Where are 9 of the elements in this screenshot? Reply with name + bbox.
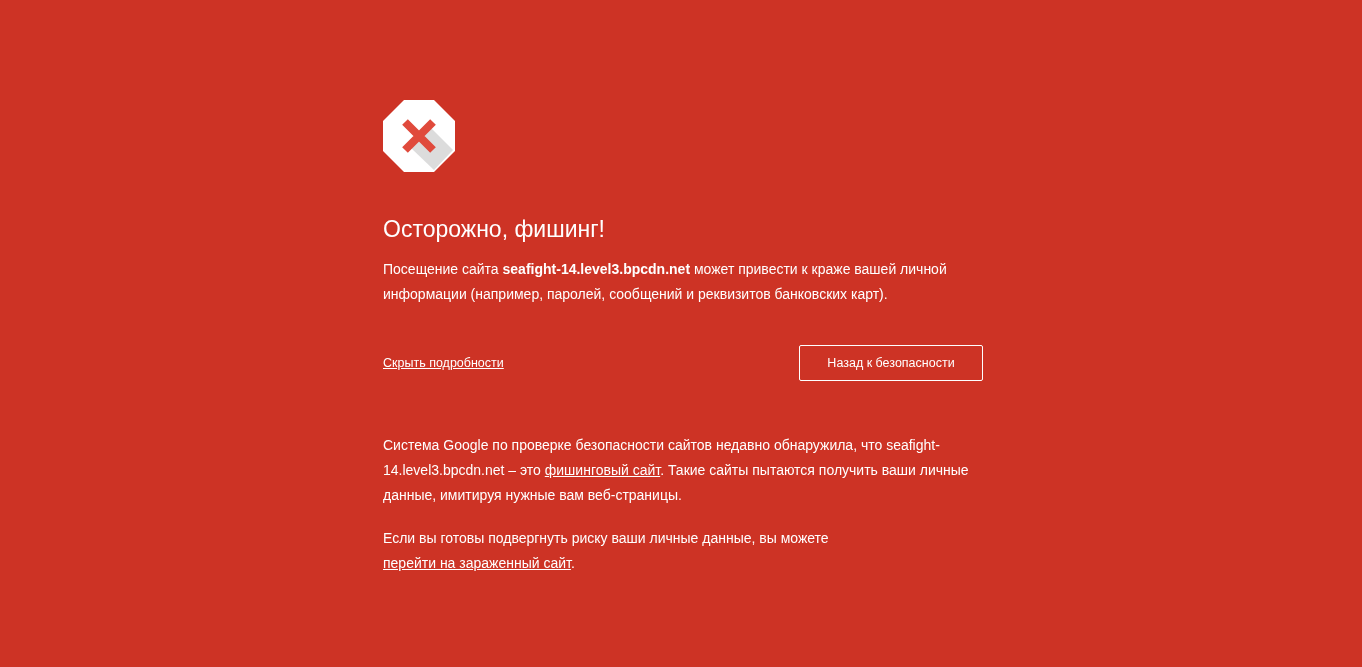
- warning-text: Посещение сайта seafight-14.level3.bpcdn.net может привести к краже вашей личной информации (например, паролей, сообщений и реквизитов банковских карт).: [383, 260, 948, 304]
- back-to-safety-button[interactable]: Назад к безопасности: [799, 345, 983, 381]
- details-text: Если вы готовы подвергнуть риску ваши личные данные, вы можете перейти на зараженный сайт.: [383, 529, 830, 573]
- error-icon: [383, 100, 455, 172]
- details-link[interactable]: фишинговый сайт: [544, 462, 661, 478]
- warning-title: Осторожно, фишинг!: [383, 216, 606, 243]
- details-text: Система Google по проверке безопасности сайтов недавно обнаружила, что seafight-14.level3.bpcdn.net – это фишинговый сайт. Такие сайты пытаются получить ваши личные данные, имитируя нужные вам веб-страницы.: [383, 436, 970, 505]
- hide-details-link[interactable]: Скрыть подробности: [383, 356, 504, 370]
- details-link[interactable]: перейти на зараженный сайт: [383, 555, 571, 571]
